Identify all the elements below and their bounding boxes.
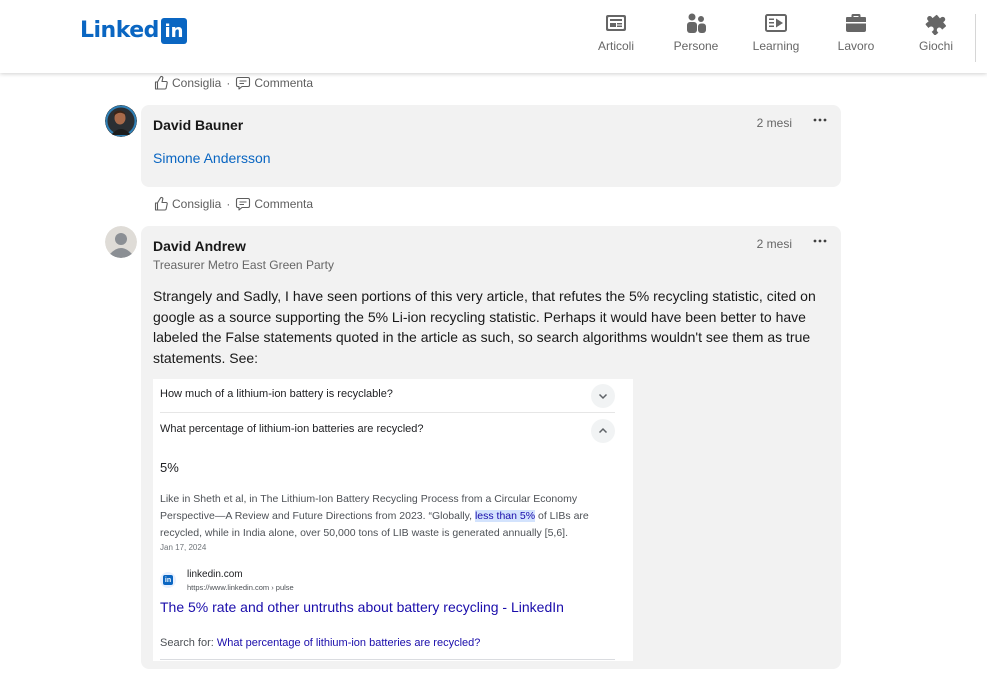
thumbs-up-icon [154,75,168,90]
linkedin-favicon-icon: in [160,572,176,588]
profile-photo-icon [105,105,137,137]
chevron-up-icon [591,419,615,443]
default-avatar-icon [105,226,137,258]
nav-item-articles[interactable]: Articoli [576,11,656,53]
faq-row: What percentage of lithium-ion batteries… [160,414,615,448]
nav-item-jobs[interactable]: Lavoro [816,11,896,53]
faq-question: How much of a lithium-ion battery is rec… [160,388,393,400]
logo-in-box: in [160,17,187,44]
faq-snippet: Like in Sheth et al, in The Lithium-Ion … [160,491,622,542]
like-button[interactable]: Consiglia [153,75,221,91]
like-label: Consiglia [172,76,222,90]
briefcase-icon [846,14,866,32]
source-url: https://www.linkedin.com › pulse [187,583,294,592]
people-icon [687,13,706,33]
comment-button[interactable]: Commenta [235,196,313,212]
snippet-date: Jan 17, 2024 [160,543,207,552]
comment-actions: Consiglia · Commenta [153,194,313,214]
articles-icon [606,15,626,31]
comment-text: Strangely and Sadly, I have seen portion… [153,288,816,366]
faq-answer: 5% [160,460,179,475]
action-separator: · [226,76,231,90]
more-options-icon[interactable] [811,111,829,129]
nav-label-learning: Learning [752,39,800,53]
comment-actions: Consiglia · Commenta [153,73,313,93]
avatar[interactable] [105,105,137,137]
nav-item-games[interactable]: Giochi [896,11,976,53]
logo-wordmark: Linked [80,18,159,43]
global-nav: Linked in Articoli Persone Learning Lavo… [0,0,987,73]
comment-button[interactable]: Commenta [235,75,313,91]
like-button[interactable]: Consiglia [153,196,221,212]
comment-icon [236,76,251,90]
avatar[interactable] [105,226,137,258]
source-name: linkedin.com [187,569,243,580]
nav-item-people[interactable]: Persone [656,11,736,53]
comment-author[interactable]: David Bauner [153,117,243,133]
thumbs-up-icon [154,196,168,211]
nav-label-people: Persone [673,39,719,53]
learning-icon [765,14,787,32]
comment-author[interactable]: David Andrew [153,238,246,254]
search-for-link[interactable]: What percentage of lithium-ion batteries… [217,637,481,649]
result-title-link[interactable]: The 5% rate and other untruths about bat… [160,599,564,615]
more-options-icon[interactable] [811,232,829,250]
divider [160,659,615,660]
nav-label-jobs: Lavoro [837,39,875,53]
nav-item-learning[interactable]: Learning [736,11,816,53]
action-separator: · [226,197,231,211]
comment-timestamp: 2 mesi [756,237,792,251]
faq-question: What percentage of lithium-ion batteries… [160,423,424,435]
search-for: Search for: What percentage of lithium-i… [160,637,480,649]
comment-icon [236,197,251,211]
comment-bubble: David Bauner 2 mesi Simone Andersson [141,105,841,187]
linkedin-logo[interactable]: Linked in [80,17,187,44]
chevron-down-icon [591,384,615,408]
faq-row: How much of a lithium-ion battery is rec… [160,379,615,413]
mention-link[interactable]: Simone Andersson [153,150,271,166]
author-headline: Treasurer Metro East Green Party [153,258,334,272]
comment-bubble: David Andrew Treasurer Metro East Green … [141,226,841,669]
puzzle-icon [925,14,946,35]
search-for-label: Search for: [160,637,217,649]
comment-timestamp: 2 mesi [756,116,792,130]
nav-divider [975,14,976,62]
like-label: Consiglia [172,197,222,211]
nav-label-games: Giochi [918,39,953,53]
snippet-highlight: less than 5% [474,510,536,522]
comment-label: Commenta [254,76,314,90]
nav-label-articles: Articoli [597,39,634,53]
embedded-screenshot[interactable]: How much of a lithium-ion battery is rec… [153,379,633,661]
comment-label: Commenta [254,197,314,211]
